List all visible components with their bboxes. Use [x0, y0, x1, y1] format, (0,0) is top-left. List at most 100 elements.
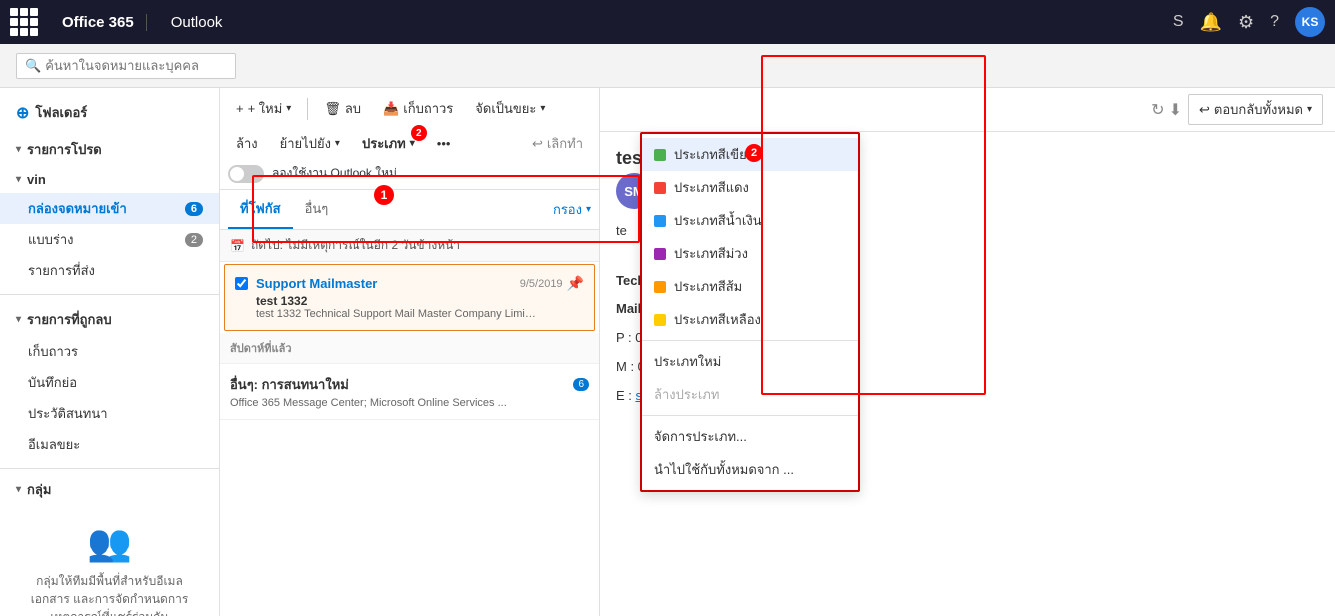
skype-icon[interactable]: S	[1173, 13, 1184, 31]
cat-label-purple: ประเภทสีม่วง	[674, 243, 748, 264]
cat-color-purple	[654, 248, 666, 260]
more-dots-icon: •••	[437, 136, 451, 151]
cat-color-green	[654, 149, 666, 161]
cat-label-red: ประเภทสีแดง	[674, 177, 749, 198]
cat-action-new[interactable]: ประเภทใหม่	[642, 345, 858, 378]
sidebar-item-sent[interactable]: รายการที่ส่ง	[0, 255, 219, 286]
sidebar-divider	[0, 294, 219, 295]
sidebar-item-notes[interactable]: บันทึกย่อ	[0, 367, 219, 398]
pin-icon: 📌	[567, 275, 584, 292]
email-checkbox[interactable]	[235, 277, 248, 290]
archive-button[interactable]: 📥 เก็บถาวร	[375, 94, 461, 123]
groups-label: กลุ่ม	[27, 479, 51, 500]
sidebar-header-deleted[interactable]: ▾ รายการที่ถูกลบ	[0, 303, 219, 336]
download-icon: ⬇	[1169, 100, 1182, 120]
top-nav: Office 365 Outlook S 🔔 ⚙ ? KS	[0, 0, 1335, 44]
nav-left: Office 365 Outlook	[10, 8, 222, 36]
bell-icon[interactable]: 🔔	[1200, 12, 1222, 33]
cat-item-purple[interactable]: ประเภทสีม่วง	[642, 237, 858, 270]
category-dropdown: ประเภทสีเขียว ประเภทสีแดง ประเภทสีน้ำเงิ…	[640, 132, 860, 492]
sidebar-header-vin[interactable]: ▾ vin	[0, 166, 219, 193]
cat-divider-2	[642, 415, 858, 416]
inbox-badge: 6	[185, 202, 203, 216]
sidebar-item-archive[interactable]: เก็บถาวร	[0, 336, 219, 367]
tab-other[interactable]: อื่นๆ	[293, 190, 341, 229]
task-reminder: 📅 ถัดไป: ไม่มีเหตุการณ์ในอีก 2 วันข้างหน…	[220, 230, 599, 262]
email-meta: Support Mailmaster 9/5/2019 📌	[256, 275, 584, 292]
email-items: Support Mailmaster 9/5/2019 📌 test 1332 …	[220, 262, 599, 616]
email-item-other[interactable]: อื่นๆ: การสนทนาใหม่ 6 Office 365 Message…	[220, 364, 599, 420]
tab-bar: ที่โฟกัส อื่นๆ กรอง ▾	[220, 190, 599, 230]
sidebar-item-history[interactable]: ประวัติสนทนา	[0, 398, 219, 429]
chevron-icon: ▾	[16, 484, 21, 495]
category-label: ประเภท	[362, 133, 406, 154]
favorites-label: รายการโปรด	[27, 139, 102, 160]
reply-chevron-icon: ▾	[1307, 104, 1312, 115]
junk-label: จัดเป็นขยะ	[475, 98, 536, 119]
avatar[interactable]: KS	[1295, 7, 1325, 37]
tab-focused[interactable]: ที่โฟกัส	[228, 190, 293, 229]
folder-label: โฟลเดอร์	[35, 102, 87, 123]
delete-button[interactable]: 🗑 ลบ	[316, 94, 369, 123]
icons-wrap: ↻ ⬇	[1151, 100, 1182, 120]
task-reminder-text: ถัดไป: ไม่มีเหตุการณ์ในอีก 2 วันข้างหน้า	[251, 236, 460, 255]
junk-chevron-icon: ▾	[540, 103, 545, 114]
sidebar-divider-2	[0, 468, 219, 469]
chevron-icon: ▾	[16, 174, 21, 185]
sidebar-header-favorites[interactable]: ▾ รายการโปรด	[0, 133, 219, 166]
help-icon[interactable]: ?	[1270, 13, 1279, 31]
sweep-button[interactable]: ล้าง	[228, 129, 266, 158]
waffle-menu[interactable]	[10, 8, 38, 36]
cat-action-clear: ล้างประเภท	[642, 378, 858, 411]
junk-button[interactable]: จัดเป็นขยะ ▾	[467, 94, 553, 123]
reply-all-button[interactable]: ↩ ตอบกลับทั้งหมด ▾	[1188, 94, 1323, 125]
cat-action-apply-all[interactable]: นำไปใช้กับทั้งหมดจาก ...	[642, 453, 858, 486]
more-button[interactable]: •••	[429, 132, 459, 155]
outlook-toggle[interactable]	[228, 165, 264, 183]
sidebar-item-inbox[interactable]: กล่องจดหมายเข้า 6	[0, 193, 219, 224]
app-title: Office 365	[50, 14, 147, 31]
email-date-pin: 9/5/2019 📌	[520, 275, 584, 292]
email-detail: ↻ ⬇ ↩ ตอบกลับทั้งหมด ▾ test 133 SM Su De…	[600, 88, 1335, 616]
sent-label: รายการที่ส่ง	[28, 260, 95, 281]
cat-item-orange[interactable]: ประเภทสีส้ม	[642, 270, 858, 303]
sidebar: ⊕ โฟลเดอร์ ▾ รายการโปรด ▾ vin กล่องจดหมา…	[0, 88, 220, 616]
vin-label: vin	[27, 172, 46, 187]
email-toolbar: + + ใหม่ ▾ 🗑 ลบ 📥 เก็บถาวร จัดเป็นขยะ ▾ …	[220, 88, 599, 190]
cat-item-yellow[interactable]: ประเภทสีเหลือง	[642, 303, 858, 336]
group-desc: กลุ่มให้ทีมมีพื้นที่สำหรับอีเมล เอกสาร แ…	[16, 572, 203, 616]
search-input[interactable]	[45, 58, 225, 73]
sort-button[interactable]: กรอง ▾	[553, 199, 591, 220]
sidebar-header-folder[interactable]: ⊕ โฟลเดอร์	[0, 96, 219, 129]
drafts-badge: 2	[185, 233, 203, 247]
cat-item-blue[interactable]: ประเภทสีน้ำเงิน	[642, 204, 858, 237]
email-item[interactable]: Support Mailmaster 9/5/2019 📌 test 1332 …	[224, 264, 595, 331]
loading-icon: ↻	[1151, 100, 1164, 120]
search-wrap[interactable]: 🔍	[16, 53, 236, 79]
other-badge: 6	[573, 378, 589, 391]
week-section-label: สัปดาห์ที่แล้ว	[220, 333, 599, 364]
undo-label: เลิกทำ	[547, 133, 583, 154]
junk-label: อีเมลขยะ	[28, 434, 80, 455]
email-subject: test 1332	[256, 294, 584, 308]
cat-item-red[interactable]: ประเภทสีแดง	[642, 171, 858, 204]
detail-toolbar: ↻ ⬇ ↩ ตอบกลับทั้งหมด ▾	[600, 88, 1335, 132]
email-content-other: อื่นๆ: การสนทนาใหม่ 6 Office 365 Message…	[230, 374, 589, 409]
new-button[interactable]: + + ใหม่ ▾	[228, 94, 299, 123]
sidebar-item-junk[interactable]: อีเมลขยะ	[0, 429, 219, 460]
cat-action-manage[interactable]: จัดการประเภท...	[642, 420, 858, 453]
move-button[interactable]: ย้ายไปยัง ▾	[272, 129, 348, 158]
deleted-label: รายการที่ถูกลบ	[27, 309, 112, 330]
cat-color-blue	[654, 215, 666, 227]
undo-button[interactable]: ↩ เลิกทำ	[524, 129, 591, 158]
undo-icon: ↩	[532, 136, 543, 152]
sidebar-header-groups[interactable]: ▾ กลุ่ม	[0, 473, 219, 506]
chevron-icon: ▾	[16, 314, 21, 325]
cat-color-orange	[654, 281, 666, 293]
email-preview-other: Office 365 Message Center; Microsoft Onl…	[230, 397, 510, 409]
filter-label: กรอง	[553, 199, 582, 220]
cat-divider-1	[642, 340, 858, 341]
group-icon: 👥	[16, 522, 203, 564]
settings-icon[interactable]: ⚙	[1238, 12, 1254, 33]
sidebar-item-drafts[interactable]: แบบร่าง 2	[0, 224, 219, 255]
